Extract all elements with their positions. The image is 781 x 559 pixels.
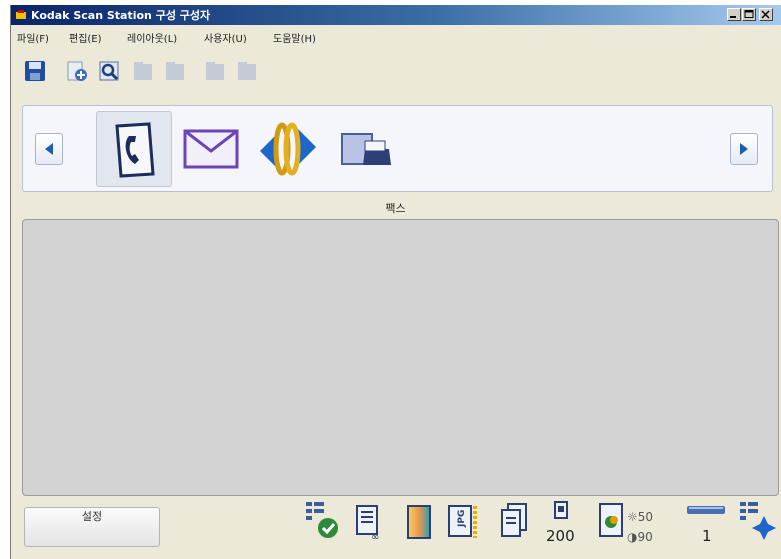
title-bar[interactable]: Kodak Scan Station 구성 구성자 <box>11 5 781 25</box>
menu-layout[interactable]: 레이아웃(L) <box>127 30 177 45</box>
destination-fax[interactable] <box>96 111 172 187</box>
preview-icon <box>99 61 119 81</box>
preview-button[interactable] <box>95 57 123 85</box>
destination-panel <box>22 105 773 192</box>
disabled-tool-icon <box>206 62 224 80</box>
close-button[interactable] <box>759 8 773 21</box>
email-envelope-icon <box>183 129 239 169</box>
window-title: Kodak Scan Station 구성 구성자 <box>31 9 211 22</box>
new-document-icon <box>67 61 87 81</box>
minimize-icon <box>730 16 736 18</box>
menu-bar: 파일(F) 편집(E) 레이아웃(L) 사용자(U) 도움말(H) <box>11 27 781 47</box>
app-icon <box>16 10 26 19</box>
setup-button[interactable]: 설정 <box>24 507 160 547</box>
brightness-icon: ☼ <box>627 510 638 524</box>
menu-help[interactable]: 도움말(H) <box>273 30 316 45</box>
disabled-tool-icon <box>238 62 256 80</box>
new-configuration-button[interactable] <box>63 57 91 85</box>
scroll-left-button[interactable] <box>35 133 63 165</box>
resolution-icon <box>554 501 568 519</box>
save-icon <box>25 61 45 81</box>
network-rings-icon <box>260 122 316 176</box>
contrast-indicator[interactable]: ◑90 <box>627 530 653 544</box>
selected-destination-label: 팩스 <box>385 202 406 215</box>
color-mode-icon[interactable] <box>402 500 442 544</box>
advanced-settings-icon[interactable] <box>738 500 778 548</box>
resolution-value[interactable]: 200 <box>546 527 575 545</box>
toolbar <box>11 53 781 93</box>
maximize-icon <box>744 10 754 18</box>
disabled-tool-button[interactable] <box>161 57 189 85</box>
jpg-file-format-icon[interactable]: JPG <box>445 500 485 544</box>
svg-text:∞: ∞ <box>371 532 379 543</box>
disabled-tool-button[interactable] <box>201 57 229 85</box>
destination-email[interactable] <box>173 111 249 187</box>
menu-user[interactable]: 사용자(U) <box>204 30 247 45</box>
menu-edit[interactable]: 편집(E) <box>69 30 102 45</box>
fax-phone-icon <box>115 122 155 178</box>
destination-network[interactable] <box>250 111 326 187</box>
save-button[interactable] <box>21 57 49 85</box>
disabled-tool-button[interactable] <box>233 57 261 85</box>
arrow-right-icon <box>740 143 748 155</box>
disabled-tool-button[interactable] <box>129 57 157 85</box>
arrow-left-icon <box>45 143 53 155</box>
duplex-document-icon[interactable] <box>498 500 534 544</box>
scroll-right-button[interactable] <box>730 133 758 165</box>
scan-settings-document-icon[interactable]: ∞ <box>353 500 393 544</box>
image-enhancement-icon[interactable] <box>594 500 630 544</box>
printer-icon <box>341 133 391 165</box>
maximize-button[interactable] <box>742 8 756 21</box>
contrast-value: 90 <box>637 530 653 544</box>
brightness-indicator[interactable]: ☼50 <box>627 510 653 524</box>
output-options-icon[interactable] <box>304 500 344 544</box>
contrast-icon: ◑ <box>627 530 638 544</box>
configuration-preview-area <box>22 219 779 496</box>
minimize-button[interactable] <box>727 8 741 21</box>
close-icon <box>761 10 770 19</box>
destination-printer[interactable] <box>327 111 403 187</box>
disabled-tool-icon <box>134 62 152 80</box>
svg-text:JPG: JPG <box>457 510 467 528</box>
menu-file[interactable]: 파일(F) <box>17 30 49 45</box>
page-count-value[interactable]: 1 <box>702 527 712 545</box>
disabled-tool-icon <box>166 62 184 80</box>
brightness-value: 50 <box>637 510 654 524</box>
page-count-icon <box>687 506 725 514</box>
